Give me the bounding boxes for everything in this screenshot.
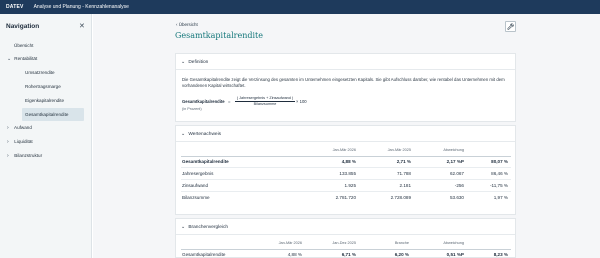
sidebar-item-liquiditaet[interactable]: › Liquidität — [7, 139, 33, 145]
column-header: Jan-Dez 2025 — [332, 241, 356, 245]
column-header: Abweichung — [443, 241, 464, 245]
table-cell: 6,20 % — [394, 252, 409, 257]
table-cell: 4,88 % — [341, 159, 356, 164]
app-title: Analyse und Planung - Kennzahlenanalyse — [33, 4, 129, 10]
sidebar-item-label: Umsatzrendite — [25, 70, 55, 75]
row-label: Bilanzsumme — [182, 195, 210, 200]
branchenvergleich-header[interactable]: ⌄ Branchenvergleich — [181, 224, 228, 230]
row-label: Gesamtkapitalrendite — [182, 159, 229, 164]
column-header: Jan-Mär 2026 — [278, 241, 302, 245]
table-cell: 8,23 % — [493, 252, 508, 257]
column-header: Branche — [394, 241, 409, 245]
table-cell: 133.855 — [339, 171, 356, 176]
row-divider — [181, 191, 511, 192]
chevron-right-icon: › — [7, 153, 9, 159]
formula-denominator: Bilanzsumme — [253, 102, 277, 106]
sidebar-item-label: Eigenkapitalrendite — [25, 98, 65, 103]
formula-equals: = — [228, 99, 231, 104]
table-cell: 4,88 % — [287, 252, 302, 257]
column-header: Jan-Mär 2026 — [332, 148, 356, 152]
table-cell: 80,07 % — [491, 159, 508, 164]
definition-header[interactable]: ⌄ Definition — [181, 59, 208, 65]
chevron-down-icon: ⌄ — [181, 59, 186, 65]
table-cell: 2.781.720 — [335, 195, 356, 200]
chevron-right-icon: › — [7, 139, 9, 145]
back-link[interactable]: ‹ Übersicht — [176, 22, 198, 27]
wrench-icon[interactable] — [505, 21, 516, 32]
header-divider — [181, 156, 511, 157]
sidebar-item-rohertragsmarge[interactable]: Rohertragsmarge — [25, 84, 61, 89]
chevron-right-icon: › — [7, 125, 9, 131]
definition-header-label: Definition — [188, 60, 209, 65]
sidebar-title: Navigation — [6, 23, 40, 30]
main-content: ‹ Übersicht Gesamtkapitalrendite ⌄ Defin… — [93, 14, 600, 258]
formula-lhs: Gesamtkapitalrendite — [182, 99, 225, 104]
brand-logo: DATEV — [6, 4, 24, 10]
sidebar-item-rentabilitaet[interactable]: ⌄ Rentabilität — [7, 56, 37, 62]
definition-card: ⌄ Definition Die Gesamtkapitalrendite ze… — [175, 53, 516, 122]
formula-unit: (in Prozent) — [182, 107, 202, 111]
formula-fraction: ( Jahresergebnis + Zinsaufwand ) Bilanzs… — [235, 96, 295, 106]
branchenvergleich-header-label: Branchenvergleich — [188, 225, 229, 230]
table-cell: 1.925 — [344, 183, 357, 188]
divider — [176, 69, 515, 70]
sidebar-item-label: Liquidität — [14, 139, 33, 144]
table-cell: -256 — [454, 183, 464, 188]
table-cell: 2.181 — [399, 183, 412, 188]
sidebar-item-label: Übersicht — [14, 43, 34, 48]
chevron-down-icon: ⌄ — [181, 131, 186, 137]
table-cell: 1,97 % — [493, 195, 508, 200]
column-header: Jan-Mär 2025 — [387, 148, 411, 152]
table-cell: 2.728.089 — [390, 195, 411, 200]
sidebar-item-label: Gesamtkapitalrendite — [25, 112, 69, 117]
header-divider — [181, 249, 511, 250]
chevron-down-icon: ⌄ — [7, 56, 12, 62]
table-cell: 71.788 — [396, 171, 411, 176]
row-label: Gesamtkapitalrendite — [182, 252, 226, 257]
definition-text: Die Gesamtkapitalrendite zeigt die Verzi… — [182, 77, 505, 89]
wertenachweis-card: ⌄ Wertenachweis Jan-Mär 2026 Jan-Mär 202… — [175, 125, 516, 215]
table-cell: 2,71 % — [396, 159, 411, 164]
row-label: Zinsaufwand — [182, 183, 209, 188]
table-cell: 0,51 %P — [446, 252, 464, 257]
top-bar: DATEV Analyse und Planung - Kennzahlenan… — [0, 0, 600, 14]
sidebar-item-label: Rohertragsmarge — [25, 84, 61, 89]
row-divider — [181, 179, 511, 180]
sidebar-item-umsatzrendite[interactable]: Umsatzrendite — [25, 70, 55, 75]
chevron-down-icon: ⌄ — [181, 224, 186, 230]
row-divider — [181, 167, 511, 168]
row-label: Jahresergebnis — [182, 171, 214, 176]
formula-multiplier: × 100 — [296, 99, 307, 104]
wrench-icon-graphic — [507, 23, 514, 30]
sidebar-navigation: Navigation ✕ Übersicht ⌄ Rentabilität Um… — [0, 14, 92, 258]
sidebar-item-label: Aufwand — [14, 125, 32, 130]
sidebar-item-label: Bilanzstruktur — [14, 153, 43, 158]
sidebar-item-bilanzstruktur[interactable]: › Bilanzstruktur — [7, 153, 42, 159]
table-cell: -11,75 % — [489, 183, 508, 188]
divider — [176, 234, 515, 235]
close-icon[interactable]: ✕ — [79, 22, 85, 30]
sidebar-item-uebersicht[interactable]: Übersicht — [14, 43, 33, 48]
table-cell: 6,71 % — [341, 252, 356, 257]
column-header: Abweichung — [443, 148, 464, 152]
table-cell: 86,46 % — [491, 171, 508, 176]
wertenachweis-header[interactable]: ⌄ Wertenachweis — [181, 131, 221, 137]
table-cell: 53.630 — [449, 195, 464, 200]
sidebar-item-eigenkapitalrendite[interactable]: Eigenkapitalrendite — [25, 98, 64, 103]
page-title: Gesamtkapitalrendite — [175, 31, 263, 40]
sidebar-item-aufwand[interactable]: › Aufwand — [7, 125, 32, 131]
divider — [176, 141, 515, 142]
sidebar-item-label: Rentabilität — [14, 56, 38, 61]
branchenvergleich-card: ⌄ Branchenvergleich Jan-Mär 2026 Jan-Dez… — [175, 218, 516, 258]
table-cell: 62.067 — [449, 171, 464, 176]
sidebar-item-gesamtkapitalrendite[interactable]: Gesamtkapitalrendite — [22, 108, 84, 121]
table-cell: 2,17 %P — [446, 159, 464, 164]
wertenachweis-header-label: Wertenachweis — [188, 132, 222, 137]
